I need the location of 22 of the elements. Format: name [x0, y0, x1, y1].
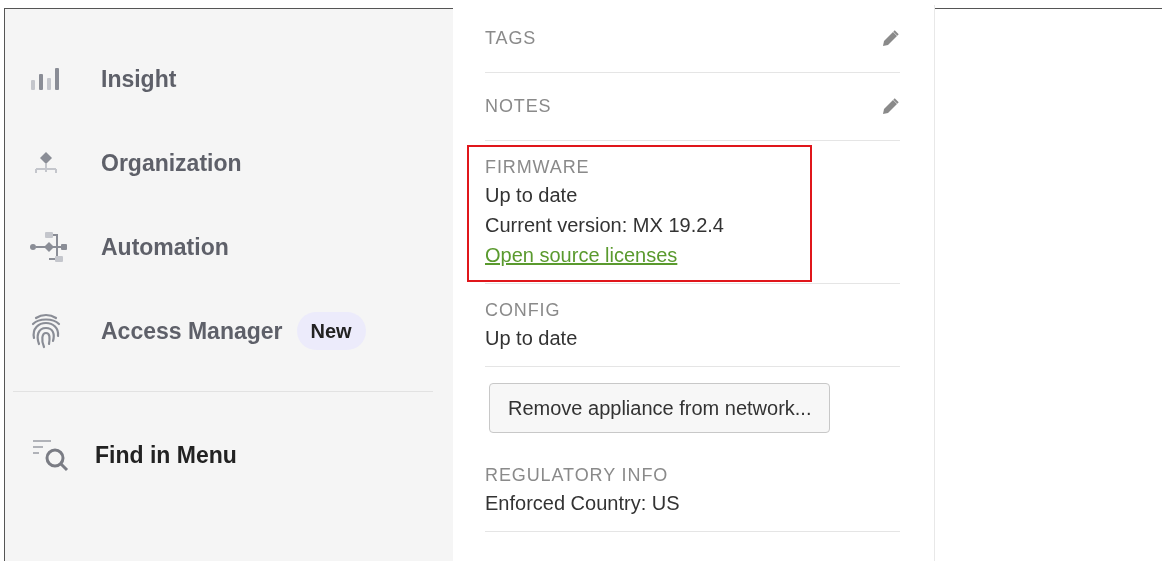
licenses-link[interactable]: Open source licenses: [485, 243, 678, 267]
new-badge: New: [296, 312, 366, 350]
section-label: FIRMWARE: [485, 157, 591, 177]
info-text: Current version: MX 19.2.4: [485, 213, 725, 237]
find-in-menu[interactable]: Find in Menu: [5, 438, 441, 473]
pencil-icon[interactable]: [880, 96, 900, 117]
info-text: Up to date: [485, 326, 579, 350]
section-label: REGULATORY INFO: [485, 465, 670, 485]
nav-item[interactable]: Insight: [5, 37, 441, 121]
info-text: Enforced Country: US: [485, 491, 681, 515]
remove-appliance-button[interactable]: Remove appliance from network...: [489, 383, 831, 433]
info-text: Up to date: [485, 183, 579, 207]
pencil-icon[interactable]: [880, 28, 900, 49]
fingerprint-icon: [29, 312, 63, 350]
section-label: NOTES: [485, 95, 552, 118]
workflow-icon: [29, 230, 69, 264]
section-label: TAGS: [485, 27, 537, 50]
section-label: CONFIG: [485, 300, 562, 320]
nav-item[interactable]: Access Manager New: [5, 289, 441, 373]
nav-item[interactable]: Automation: [5, 205, 441, 289]
search-icon: [31, 438, 71, 473]
nav-item[interactable]: Organization: [5, 121, 441, 205]
